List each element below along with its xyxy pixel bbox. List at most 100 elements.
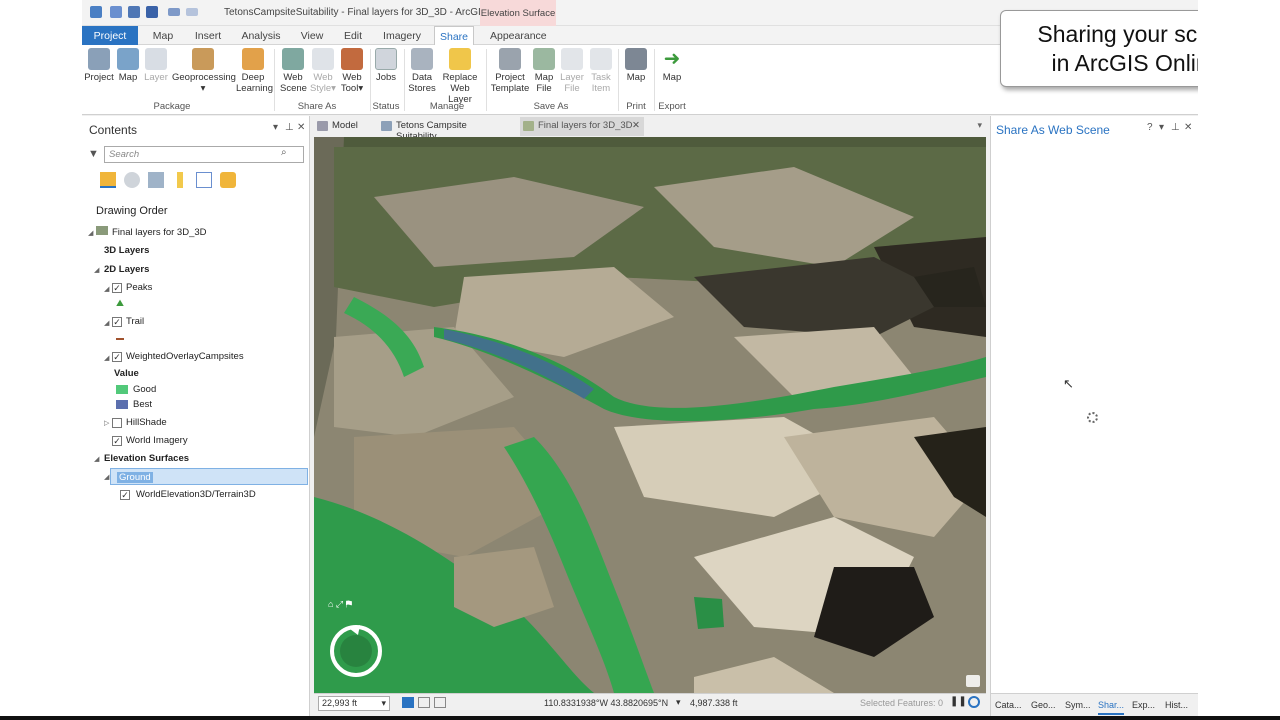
map-file-button[interactable]: Map File bbox=[532, 48, 556, 94]
task-item-button[interactable]: Task Item bbox=[588, 48, 614, 94]
pause-icon[interactable]: ❚❚ bbox=[950, 696, 967, 707]
ground-surface[interactable]: Ground bbox=[117, 472, 153, 483]
collapse-icon[interactable]: ◢ bbox=[94, 266, 99, 274]
layer-file-button[interactable]: Layer File bbox=[558, 48, 586, 94]
project-template-icon bbox=[499, 48, 521, 70]
project-template-button[interactable]: Project Template bbox=[490, 48, 530, 94]
tab-explore[interactable]: Exp... bbox=[1132, 700, 1155, 710]
collapse-icon[interactable]: ◢ bbox=[104, 319, 109, 327]
nav-toggle-icons[interactable]: ⌂ ⤢ ⚑ bbox=[328, 599, 378, 611]
layer-weighted-overlay[interactable]: WeightedOverlayCampsites bbox=[126, 351, 244, 362]
drawing-order-icon[interactable] bbox=[100, 172, 116, 188]
new-project-icon[interactable] bbox=[110, 6, 122, 18]
loading-spinner-icon bbox=[1087, 412, 1098, 423]
redo-icon[interactable] bbox=[186, 8, 198, 16]
tab-view[interactable]: View bbox=[298, 26, 326, 45]
pin-icon[interactable]: ⊥ bbox=[285, 122, 294, 133]
collapse-icon[interactable]: ◢ bbox=[88, 229, 93, 237]
web-scene-button[interactable]: Web Scene bbox=[280, 48, 307, 94]
export-map-button[interactable]: ➜ Map bbox=[658, 48, 686, 83]
layer-world-imagery[interactable]: World Imagery bbox=[126, 435, 188, 446]
trail-checkbox[interactable]: ✓ bbox=[112, 317, 122, 327]
grid-icon[interactable] bbox=[418, 697, 430, 708]
coord-format-dropdown[interactable]: ▾ bbox=[676, 697, 681, 708]
map-tips-icon[interactable] bbox=[966, 675, 980, 687]
jobs-button[interactable]: Jobs bbox=[372, 48, 400, 83]
refresh-icon[interactable] bbox=[968, 696, 980, 708]
legend-good: Good bbox=[133, 384, 157, 395]
package-map-button[interactable]: Map bbox=[116, 48, 140, 83]
hillshade-checkbox[interactable] bbox=[112, 418, 122, 428]
arcgis-pro-window: TetonsCampsiteSuitability - Final layers… bbox=[82, 0, 1198, 718]
selection-icon[interactable] bbox=[148, 172, 164, 188]
close-icon[interactable]: ✕ bbox=[1184, 122, 1192, 133]
layer-hillshade[interactable]: HillShade bbox=[126, 417, 167, 428]
data-source-icon[interactable] bbox=[124, 172, 140, 188]
snapping-icon[interactable] bbox=[196, 172, 212, 188]
map-icon bbox=[96, 226, 108, 235]
terrain-checkbox[interactable]: ✓ bbox=[120, 490, 130, 500]
web-tool-button[interactable]: Web Tool▾ bbox=[338, 48, 366, 94]
navigator-control[interactable] bbox=[328, 623, 384, 679]
collapse-icon[interactable]: ◢ bbox=[104, 285, 109, 293]
pin-icon[interactable]: ⊥ bbox=[1171, 122, 1180, 133]
layer-trail[interactable]: Trail bbox=[126, 316, 144, 327]
view-tab-model[interactable]: Model bbox=[314, 117, 374, 136]
peaks-checkbox[interactable]: ✓ bbox=[112, 283, 122, 293]
scene-view[interactable]: ⌂ ⤢ ⚑ bbox=[314, 137, 986, 693]
close-icon[interactable]: ✕ bbox=[297, 122, 305, 133]
layer-peaks[interactable]: Peaks bbox=[126, 282, 152, 293]
printer-icon bbox=[625, 48, 647, 70]
weighted-overlay-checkbox[interactable]: ✓ bbox=[112, 352, 122, 362]
tab-appearance[interactable]: Appearance bbox=[490, 26, 547, 45]
tab-insert[interactable]: Insert bbox=[192, 26, 224, 45]
tab-analysis[interactable]: Analysis bbox=[240, 26, 282, 45]
print-map-button[interactable]: Map bbox=[622, 48, 650, 83]
help-icon[interactable]: ? bbox=[1147, 122, 1153, 133]
search-icon[interactable]: ⌕ bbox=[281, 147, 287, 158]
tab-symbology[interactable]: Sym... bbox=[1065, 700, 1091, 710]
tab-project[interactable]: Project bbox=[82, 26, 138, 45]
tab-edit[interactable]: Edit bbox=[342, 26, 364, 45]
tab-history[interactable]: Hist... bbox=[1165, 700, 1188, 710]
collapse-icon[interactable]: ◢ bbox=[104, 473, 109, 481]
tab-share[interactable]: Share bbox=[434, 26, 474, 46]
close-tab-icon[interactable]: ✕ bbox=[632, 120, 640, 131]
package-layer-button[interactable]: Layer bbox=[142, 48, 170, 83]
pane-options-icon[interactable]: ▾ bbox=[1159, 122, 1164, 133]
tab-map[interactable]: Map bbox=[148, 26, 178, 45]
web-style-button[interactable]: Web Style▾ bbox=[308, 48, 338, 94]
value-heading: Value bbox=[114, 368, 139, 379]
undo-icon[interactable] bbox=[168, 8, 180, 16]
editing-icon[interactable] bbox=[177, 172, 183, 188]
search-input[interactable]: Search bbox=[104, 146, 304, 163]
scale-dropdown[interactable]: 22,993 ft ▾ bbox=[318, 696, 390, 711]
view-mode-icon[interactable] bbox=[402, 697, 414, 708]
tab-catalog[interactable]: Cata... bbox=[995, 700, 1022, 710]
context-tab-elevation-surface[interactable]: Elevation Surface bbox=[480, 0, 556, 26]
view-tab-tetons[interactable]: Tetons Campsite Suitability bbox=[378, 117, 508, 142]
replace-web-layer-button[interactable]: Replace Web Layer bbox=[438, 48, 482, 105]
collapse-icon[interactable]: ◢ bbox=[104, 354, 109, 362]
world-imagery-checkbox[interactable]: ✓ bbox=[112, 436, 122, 446]
collapse-icon[interactable]: ◢ bbox=[94, 455, 99, 463]
tab-list-icon[interactable]: ▾ bbox=[977, 120, 982, 131]
view-tab-final-layers[interactable]: Final layers for 3D_3D ✕ bbox=[520, 117, 644, 136]
tab-imagery[interactable]: Imagery bbox=[382, 26, 422, 45]
filter-icon[interactable]: ▼ bbox=[88, 148, 99, 160]
map-name[interactable]: Final layers for 3D_3D bbox=[112, 227, 207, 238]
tab-share-pane[interactable]: Shar... bbox=[1098, 700, 1125, 715]
elevation-source[interactable]: WorldElevation3D/Terrain3D bbox=[136, 489, 256, 500]
labeling-icon[interactable] bbox=[220, 172, 236, 188]
contents-pane: Contents ▾ ⊥ ✕ ▼ Search ⌕ Drawing Order … bbox=[82, 116, 310, 718]
open-icon[interactable] bbox=[128, 6, 140, 18]
tab-geoprocessing[interactable]: Geo... bbox=[1031, 700, 1056, 710]
deep-learning-button[interactable]: Deep Learning bbox=[236, 48, 273, 94]
table-icon[interactable] bbox=[434, 697, 446, 708]
pane-options-icon[interactable]: ▾ bbox=[273, 122, 278, 133]
package-project-button[interactable]: Project bbox=[84, 48, 114, 83]
save-icon[interactable] bbox=[146, 6, 158, 18]
expand-icon[interactable]: ▷ bbox=[104, 419, 109, 427]
data-stores-button[interactable]: Data Stores bbox=[408, 48, 436, 94]
geoprocessing-button[interactable]: Geoprocessing ▾ bbox=[172, 48, 236, 94]
